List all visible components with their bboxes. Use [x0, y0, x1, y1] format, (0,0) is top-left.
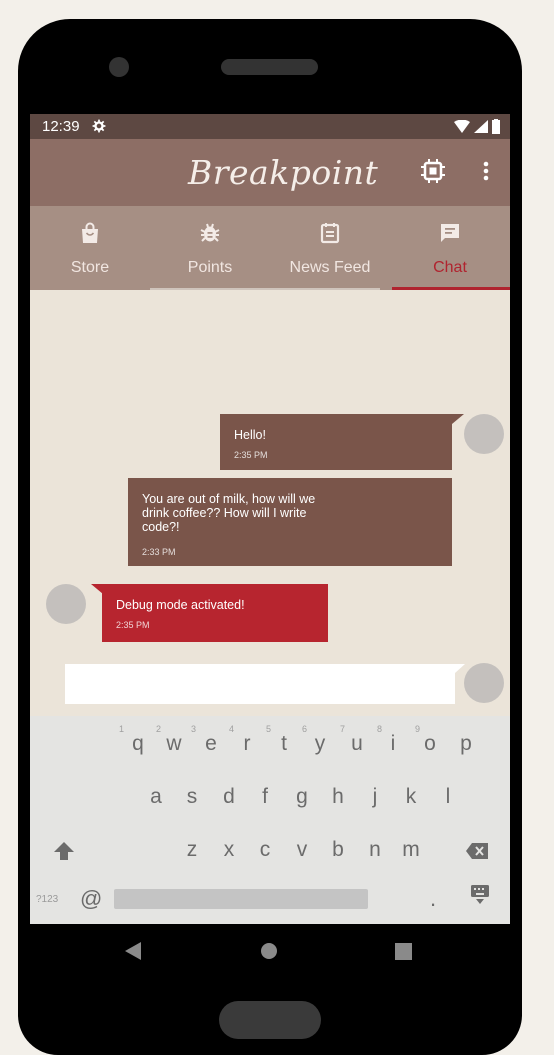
app-bar: Breakpoint: [30, 139, 510, 206]
key-n[interactable]: n: [360, 838, 390, 862]
key-h[interactable]: h: [323, 785, 353, 809]
key-j[interactable]: j: [360, 785, 390, 809]
avatar[interactable]: [46, 584, 86, 624]
key-d[interactable]: d: [214, 785, 244, 809]
key-y[interactable]: y: [305, 732, 335, 756]
active-tab-indicator: [392, 287, 510, 290]
key-l[interactable]: l: [433, 785, 463, 809]
news-icon: [320, 223, 340, 244]
bag-icon: [82, 222, 98, 243]
key-i[interactable]: i: [378, 732, 408, 756]
key-e[interactable]: e: [196, 732, 226, 756]
key-c[interactable]: c: [250, 838, 280, 862]
battery-icon: [492, 119, 500, 134]
avatar[interactable]: [464, 663, 504, 703]
message-bubble-sent[interactable]: You are out of milk, how will we drink c…: [128, 478, 452, 566]
back-nav-icon[interactable]: [123, 940, 143, 962]
chat-icon: [441, 224, 459, 242]
key-b[interactable]: b: [323, 838, 353, 862]
message-time: 2:35 PM: [234, 450, 268, 460]
keyboard: 1 2 3 4 5 6 7 8 9 q w e r t y u i o p a …: [30, 716, 510, 924]
app-title: Breakpoint: [188, 153, 379, 192]
recents-nav-icon[interactable]: [395, 943, 412, 960]
chip-icon[interactable]: [418, 156, 448, 186]
key-u[interactable]: u: [342, 732, 372, 756]
key-s[interactable]: s: [177, 785, 207, 809]
key-r[interactable]: r: [232, 732, 262, 756]
message-time: 2:33 PM: [142, 547, 176, 557]
key-v[interactable]: v: [287, 838, 317, 862]
tab-bar: Store Points News Feed Chat: [30, 206, 510, 290]
message-text: Hello!: [234, 428, 266, 442]
period-key[interactable]: .: [430, 886, 436, 912]
more-options-icon[interactable]: [478, 156, 494, 186]
tab-points[interactable]: Points: [150, 206, 270, 290]
key-z[interactable]: z: [177, 838, 207, 862]
message-text: Debug mode activated!: [116, 598, 245, 612]
message-bubble-sent[interactable]: Hello! 2:35 PM: [220, 414, 452, 470]
key-a[interactable]: a: [141, 785, 171, 809]
tab-divider: [150, 288, 380, 290]
key-m[interactable]: m: [396, 838, 426, 862]
avatar[interactable]: [464, 414, 504, 454]
bubble-tail: [452, 414, 464, 424]
status-time: 12:39: [42, 118, 80, 135]
keyboard-hide-icon[interactable]: [470, 884, 490, 906]
key-w[interactable]: w: [159, 732, 189, 756]
key-q[interactable]: q: [123, 732, 153, 756]
shift-icon[interactable]: [53, 840, 75, 862]
earpiece-speaker: [221, 59, 318, 75]
front-camera: [109, 57, 129, 77]
system-icons: [454, 119, 500, 134]
tab-news-feed-label: News Feed: [289, 259, 371, 276]
tab-chat-label: Chat: [433, 259, 467, 276]
key-k[interactable]: k: [396, 785, 426, 809]
wifi-icon: [454, 120, 470, 133]
tab-store[interactable]: Store: [30, 206, 150, 290]
message-input[interactable]: [65, 664, 455, 704]
key-p[interactable]: p: [451, 732, 481, 756]
cell-signal-icon: [474, 120, 488, 133]
key-x[interactable]: x: [214, 838, 244, 862]
home-button[interactable]: [219, 1001, 321, 1039]
at-key[interactable]: @: [80, 886, 102, 912]
key-t[interactable]: t: [269, 732, 299, 756]
screen: 12:39 Breakpoint Store Points News Feed …: [30, 114, 510, 924]
backspace-icon[interactable]: [465, 842, 489, 860]
tab-chat[interactable]: Chat: [390, 206, 510, 290]
phone-frame: 12:39 Breakpoint Store Points News Feed …: [18, 19, 522, 1055]
settings-notification-icon: [92, 119, 106, 133]
symbols-key[interactable]: ?123: [36, 894, 58, 905]
message-bubble-received[interactable]: Debug mode activated! 2:35 PM: [102, 584, 328, 642]
tab-store-label: Store: [70, 259, 110, 276]
spacebar[interactable]: [114, 889, 368, 909]
message-text: You are out of milk, how will we drink c…: [142, 492, 316, 534]
bug-icon: [200, 223, 220, 242]
message-time: 2:35 PM: [116, 620, 150, 630]
key-o[interactable]: o: [415, 732, 445, 756]
status-bar: 12:39: [30, 114, 510, 139]
key-g[interactable]: g: [287, 785, 317, 809]
tab-points-label: Points: [187, 259, 233, 276]
key-f[interactable]: f: [250, 785, 280, 809]
bubble-tail: [455, 664, 465, 673]
tab-news-feed[interactable]: News Feed: [270, 206, 390, 290]
home-nav-icon[interactable]: [260, 942, 278, 960]
